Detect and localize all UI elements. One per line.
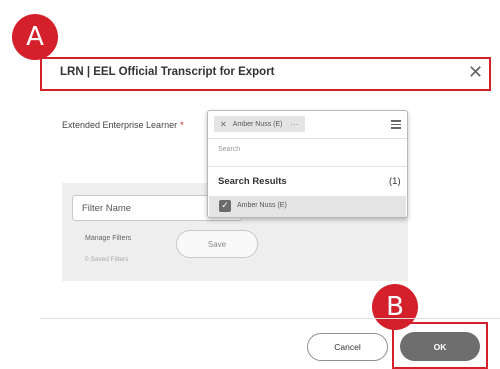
chip-label: Amber Nuss (E) [232,120,283,128]
search-results-count: (1) [389,176,401,187]
saved-filters-count: 0 Saved Filters [85,256,129,263]
close-icon[interactable]: ✕ [468,63,483,83]
learner-prompt-dropdown[interactable]: ✕ Amber Nuss (E) ⋯ Search Results (1) ✓ … [207,110,408,218]
prompt-divider [208,138,407,139]
search-results-label: Search Results [218,176,287,187]
cancel-button[interactable]: Cancel [307,333,388,361]
required-marker: * [180,120,184,130]
search-result-row[interactable]: ✓ Amber Nuss (E) [209,196,406,217]
field-label-text: Extended Enterprise Learner [62,120,178,130]
more-options-icon[interactable]: ⋯ [291,120,299,129]
search-result-label: Amber Nuss (E) [237,202,287,209]
list-icon[interactable] [391,120,401,129]
chip-remove-icon[interactable]: ✕ [220,120,227,129]
checkbox-checked-icon[interactable]: ✓ [219,200,231,212]
dialog-title: LRN | EEL Official Transcript for Export [60,66,275,78]
selected-learner-chip[interactable]: ✕ Amber Nuss (E) ⋯ [214,116,305,132]
prompt-search-input[interactable] [218,146,368,153]
callout-a-marker: A [12,14,58,60]
field-label: Extended Enterprise Learner * [62,120,184,130]
save-filter-button[interactable]: Save [176,230,258,258]
footer-divider [40,318,500,319]
manage-filters-link[interactable]: Manage Filters [85,235,131,242]
prompt-divider [208,166,407,167]
ok-button[interactable]: OK [400,332,480,361]
